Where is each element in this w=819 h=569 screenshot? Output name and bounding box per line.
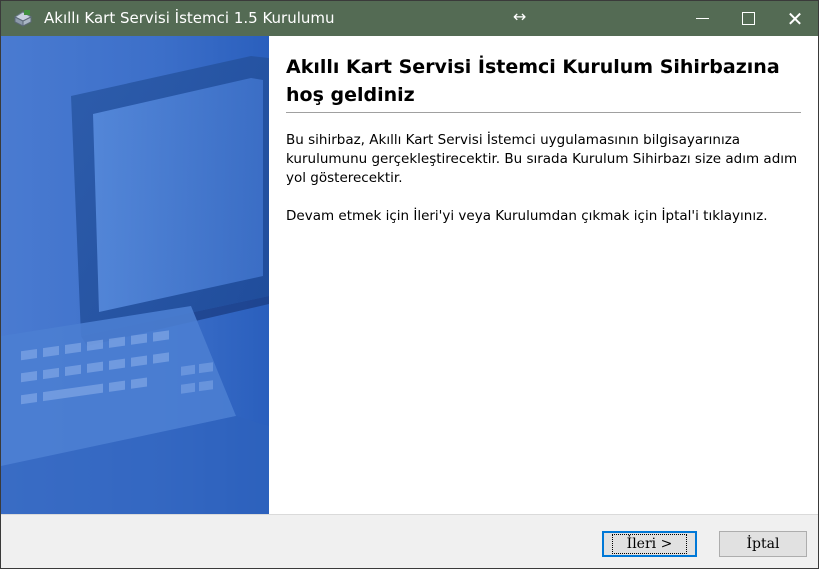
instruction-paragraph: Devam etmek için İleri'yi veya Kurulumda… [286, 208, 768, 224]
minimize-icon [695, 18, 709, 19]
window-title: Akıllı Kart Servisi İstemci 1.5 Kurulumu [44, 9, 335, 27]
resize-horizontal-cursor-icon: ↔ [513, 7, 527, 26]
installer-box-icon [12, 9, 34, 27]
welcome-heading: Akıllı Kart Servisi İstemci Kurulum Sihi… [286, 56, 780, 106]
wizard-sidebar-image [1, 36, 269, 514]
installer-window: Akıllı Kart Servisi İstemci 1.5 Kurulumu… [0, 0, 819, 569]
close-icon: ✕ [786, 6, 804, 31]
minimize-button[interactable] [679, 1, 725, 36]
cancel-button-label: İptal [746, 536, 780, 552]
wizard-content: Akıllı Kart Servisi İstemci Kurulum Sihi… [269, 36, 818, 514]
heading-divider [286, 112, 801, 113]
computer-monitor-keyboard-illustration [1, 56, 269, 514]
cancel-button[interactable]: İptal [719, 531, 807, 557]
next-button-label: İleri > [611, 534, 688, 554]
maximize-icon [741, 12, 755, 25]
maximize-button[interactable] [725, 1, 771, 36]
description-paragraph: Bu sihirbaz, Akıllı Kart Servisi İstemci… [286, 132, 798, 186]
wizard-footer: İleri > İptal [1, 514, 818, 568]
title-bar[interactable]: Akıllı Kart Servisi İstemci 1.5 Kurulumu… [1, 1, 818, 36]
close-button[interactable]: ✕ [772, 1, 818, 36]
next-button[interactable]: İleri > [602, 531, 697, 557]
